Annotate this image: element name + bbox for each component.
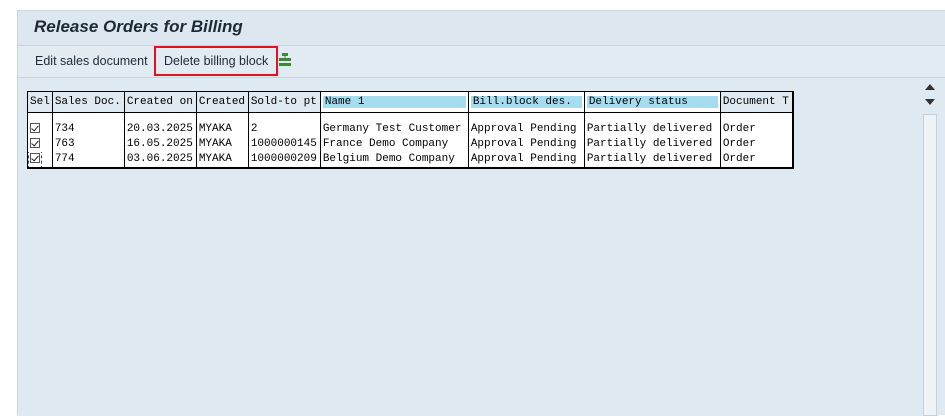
- col-sales-doc[interactable]: Sales Doc.: [52, 92, 125, 113]
- col-bill-block-label: Bill.block des.: [470, 96, 582, 108]
- name-cell: Belgium Demo Company: [320, 152, 469, 168]
- checkbox[interactable]: [30, 123, 40, 134]
- orders-grid: Sel Sales Doc. Created on Created Sold-t…: [27, 91, 794, 169]
- row-select-cell[interactable]: [28, 152, 53, 168]
- doc-type-cell: Order: [720, 137, 793, 152]
- sales-doc-cell: 763: [52, 137, 125, 152]
- name-cell: France Demo Company: [320, 137, 469, 152]
- col-sel[interactable]: Sel: [28, 92, 53, 113]
- doc-type-cell: Order: [720, 152, 793, 168]
- scroll-track[interactable]: [923, 114, 937, 416]
- col-delivery-status-label: Delivery status: [586, 96, 718, 108]
- row-select-cell[interactable]: [28, 122, 53, 137]
- hierarchy-icon[interactable]: [278, 52, 292, 68]
- sold-to-cell: 1000000209: [248, 152, 321, 168]
- scroll-down-icon[interactable]: [924, 97, 936, 107]
- col-document-type[interactable]: Document T: [720, 92, 793, 113]
- spacer-row: [28, 112, 793, 122]
- delivery-cell: Partially delivered: [584, 122, 721, 137]
- table-row[interactable]: 734 20.03.2025 MYAKA 2 Germany Test Cust…: [28, 122, 793, 137]
- created-on-cell: 20.03.2025: [124, 122, 197, 137]
- row-select-cell[interactable]: [28, 137, 53, 152]
- created-by-cell: MYAKA: [196, 152, 249, 168]
- edit-sales-document-button[interactable]: Edit sales document: [27, 46, 156, 77]
- block-cell: Approval Pending: [468, 137, 585, 152]
- sold-to-cell: 1000000145: [248, 137, 321, 152]
- focus-frame: [28, 152, 42, 167]
- checkbox[interactable]: [30, 153, 40, 164]
- header-row: Sel Sales Doc. Created on Created Sold-t…: [28, 92, 793, 113]
- scroll-up-icon[interactable]: [924, 82, 936, 92]
- created-on-cell: 03.06.2025: [124, 152, 197, 168]
- main-window: Release Orders for Billing Edit sales do…: [17, 10, 945, 416]
- col-bill-block[interactable]: Bill.block des.: [468, 92, 585, 113]
- col-name-label: Name 1: [322, 96, 466, 108]
- delivery-cell: Partially delivered: [584, 137, 721, 152]
- page-title: Release Orders for Billing: [34, 17, 243, 36]
- table-row[interactable]: 763 16.05.2025 MYAKA 1000000145 France D…: [28, 137, 793, 152]
- block-cell: Approval Pending: [468, 122, 585, 137]
- delete-billing-block-button[interactable]: Delete billing block: [154, 46, 279, 76]
- sold-to-cell: 2: [248, 122, 321, 137]
- col-name[interactable]: Name 1: [320, 92, 469, 113]
- content-area: Sel Sales Doc. Created on Created Sold-t…: [18, 78, 921, 416]
- col-delivery-status[interactable]: Delivery status: [584, 92, 721, 113]
- block-cell: Approval Pending: [468, 152, 585, 168]
- title-bar: Release Orders for Billing: [18, 11, 945, 45]
- vertical-scrollbar[interactable]: [921, 78, 939, 416]
- doc-type-cell: Order: [720, 122, 793, 137]
- col-created-by[interactable]: Created: [196, 92, 249, 113]
- col-sold-to[interactable]: Sold-to pt: [248, 92, 321, 113]
- name-cell: Germany Test Customer: [320, 122, 469, 137]
- toolbar: Edit sales document Delete billing block: [18, 45, 945, 78]
- created-by-cell: MYAKA: [196, 122, 249, 137]
- sales-doc-cell: 774: [52, 152, 125, 168]
- sales-doc-cell: 734: [52, 122, 125, 137]
- delivery-cell: Partially delivered: [584, 152, 721, 168]
- col-created-on[interactable]: Created on: [124, 92, 197, 113]
- created-by-cell: MYAKA: [196, 137, 249, 152]
- checkbox[interactable]: [30, 138, 40, 149]
- created-on-cell: 16.05.2025: [124, 137, 197, 152]
- table-row[interactable]: 774 03.06.2025 MYAKA 1000000209 Belgium …: [28, 152, 793, 168]
